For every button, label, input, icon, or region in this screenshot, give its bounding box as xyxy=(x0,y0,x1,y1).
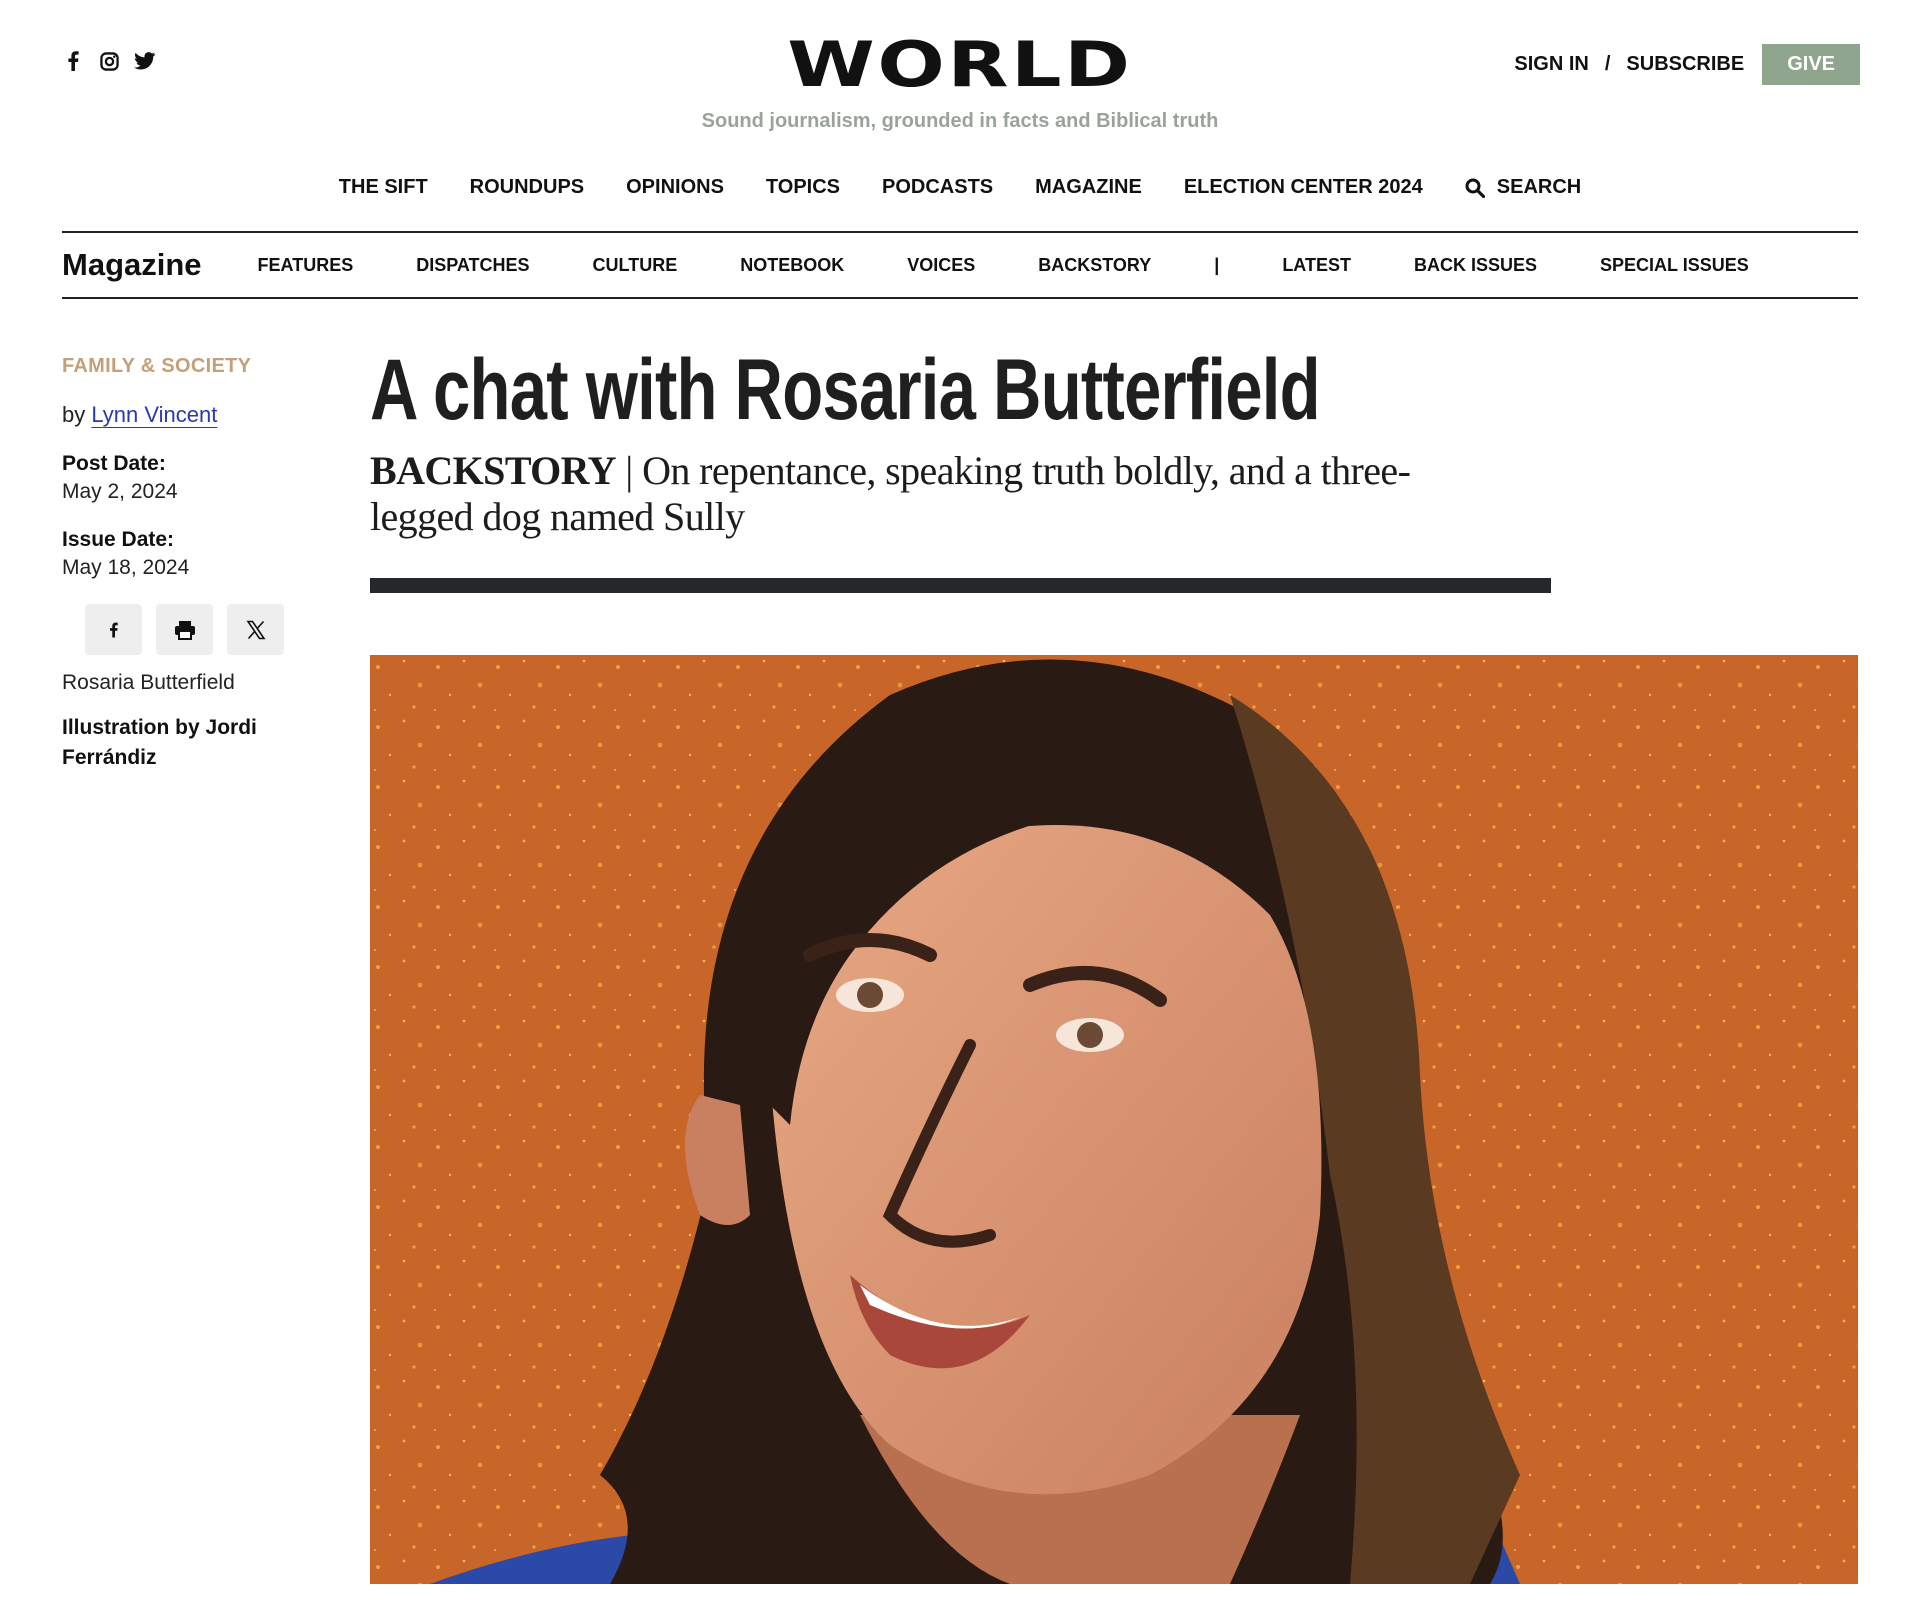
nav-magazine[interactable]: MAGAZINE xyxy=(1035,176,1142,199)
nav-topics[interactable]: TOPICS xyxy=(766,176,840,199)
dek-separator: | xyxy=(615,448,643,493)
subscribe-link[interactable]: SUBSCRIBE xyxy=(1626,53,1744,76)
x-icon xyxy=(245,620,266,639)
primary-nav: THE SIFT ROUNDUPS OPINIONS TOPICS PODCAS… xyxy=(0,176,1920,199)
nav-podcasts[interactable]: PODCASTS xyxy=(882,176,993,199)
search-icon xyxy=(1465,178,1485,198)
logo-wordmark: WORLD xyxy=(787,28,1133,101)
print-button[interactable] xyxy=(156,604,213,655)
search-button[interactable]: SEARCH xyxy=(1465,176,1581,199)
article-sidebar: FAMILY & SOCIETY by Lynn Vincent Post Da… xyxy=(62,355,302,773)
mag-nav-culture[interactable]: CULTURE xyxy=(593,255,678,276)
share-buttons xyxy=(85,604,302,655)
article-category[interactable]: FAMILY & SOCIETY xyxy=(62,355,302,378)
mag-nav-divider: | xyxy=(1214,254,1220,275)
headline-rule xyxy=(370,578,1551,593)
byline: by Lynn Vincent xyxy=(62,402,302,428)
article-illustration xyxy=(370,655,1858,1584)
mag-nav-latest[interactable]: LATEST xyxy=(1282,255,1351,276)
mag-nav-special-issues[interactable]: SPECIAL ISSUES xyxy=(1600,255,1749,276)
print-icon xyxy=(174,620,195,640)
share-facebook-button[interactable] xyxy=(85,604,142,655)
author-link[interactable]: Lynn Vincent xyxy=(91,402,217,427)
share-x-button[interactable] xyxy=(227,604,284,655)
post-date: May 2, 2024 xyxy=(62,480,178,503)
mag-nav-back-issues[interactable]: BACK ISSUES xyxy=(1414,255,1537,276)
mag-nav-voices[interactable]: VOICES xyxy=(907,255,975,276)
article-dek: BACKSTORY | On repentance, speaking trut… xyxy=(370,448,1490,540)
issue-date-label: Issue Date: xyxy=(62,528,175,551)
give-button[interactable]: GIVE xyxy=(1762,44,1860,85)
mag-nav-dispatches[interactable]: DISPATCHES xyxy=(416,255,529,276)
nav-opinions[interactable]: OPINIONS xyxy=(626,176,724,199)
sign-in-link[interactable]: SIGN IN xyxy=(1514,53,1588,76)
article-headline: A chat with Rosaria Butterfield xyxy=(370,342,1321,438)
magazine-nav-title[interactable]: Magazine xyxy=(62,247,202,283)
image-credit: Illustration by Jordi Ferrándiz xyxy=(62,716,257,769)
nav-roundups[interactable]: ROUNDUPS xyxy=(470,176,584,199)
mag-nav-notebook[interactable]: NOTEBOOK xyxy=(740,255,844,276)
magazine-nav-items: FEATURES DISPATCHES CULTURE NOTEBOOK VOI… xyxy=(258,255,1749,276)
image-caption: Rosaria Butterfield xyxy=(62,671,235,694)
mag-nav-backstory[interactable]: BACKSTORY xyxy=(1038,255,1151,276)
nav-election-center[interactable]: ELECTION CENTER 2024 xyxy=(1184,176,1423,199)
site-tagline: Sound journalism, grounded in facts and … xyxy=(701,110,1219,132)
dek-kicker[interactable]: BACKSTORY xyxy=(370,448,616,493)
search-label: SEARCH xyxy=(1496,176,1582,198)
byline-prefix: by xyxy=(62,402,86,427)
nav-the-sift[interactable]: THE SIFT xyxy=(339,176,428,199)
facebook-icon xyxy=(110,622,118,637)
mag-nav-features[interactable]: FEATURES xyxy=(258,255,354,276)
post-date-label: Post Date: xyxy=(62,452,166,475)
magazine-nav: Magazine FEATURES DISPATCHES CULTURE NOT… xyxy=(62,231,1858,299)
account-separator: / xyxy=(1604,53,1611,75)
issue-date: May 18, 2024 xyxy=(62,556,190,579)
account-links: SIGN IN / SUBSCRIBE GIVE xyxy=(1514,44,1860,85)
